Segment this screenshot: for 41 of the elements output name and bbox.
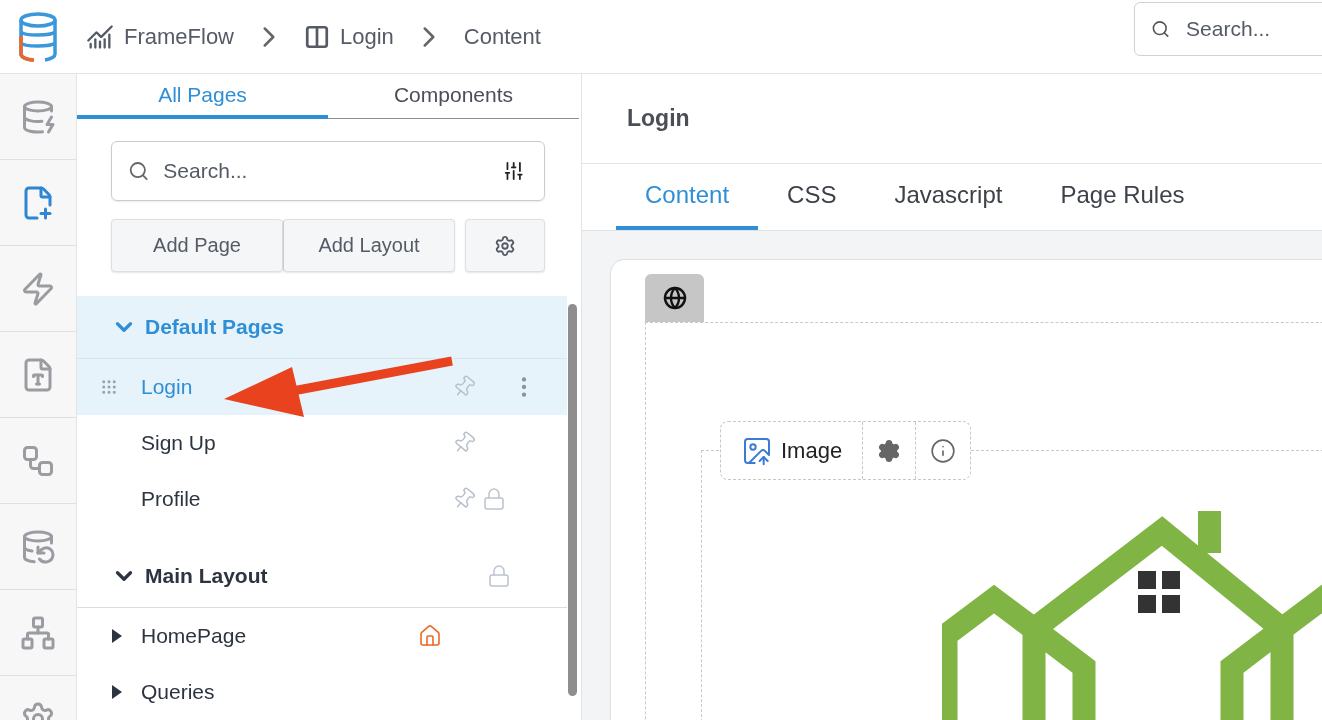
database-icon	[20, 528, 56, 565]
page-name: Queries	[141, 680, 216, 704]
page-row[interactable]: Profile	[77, 471, 567, 527]
settings-button[interactable]	[465, 219, 545, 272]
page-name: Sign Up	[141, 431, 217, 455]
page-search-field[interactable]: Search...	[111, 141, 545, 201]
search-input[interactable]: Search...	[161, 158, 491, 185]
search-input[interactable]: Search...	[1184, 15, 1322, 42]
page-row[interactable]: HomePage	[77, 608, 567, 664]
layout-icon	[304, 23, 330, 50]
globe-icon	[662, 286, 687, 310]
editor-tab[interactable]: Javascript	[865, 164, 1032, 230]
page-name: HomePage	[141, 624, 248, 648]
breadcrumb-link[interactable]: FrameFlow	[86, 22, 234, 51]
page-row[interactable]: Sign Up	[77, 415, 567, 471]
group-title: Main Layout	[145, 564, 269, 588]
editor-tab[interactable]: Page Rules	[1031, 164, 1214, 230]
logo-icon	[18, 11, 58, 62]
settings-icon	[494, 234, 516, 257]
add-button[interactable]: Add Page	[111, 219, 283, 272]
element-label: Image	[781, 437, 843, 464]
search-field[interactable]: Search...	[1134, 1, 1322, 56]
settings-icon[interactable]	[877, 438, 902, 463]
info-icon[interactable]	[930, 437, 957, 464]
page-name: Login	[141, 375, 194, 399]
page-title: Login	[627, 105, 690, 132]
database-icon	[20, 98, 56, 135]
page-row[interactable]: Queries	[77, 664, 567, 720]
lightning-icon	[20, 270, 56, 307]
sidebar-tab[interactable]: Components	[328, 74, 579, 120]
globe-tab[interactable]	[645, 274, 704, 322]
page-name: Profile	[141, 487, 202, 511]
scrollbar[interactable]	[568, 304, 577, 696]
group-header[interactable]: Main Layout	[77, 545, 567, 608]
network-icon	[20, 614, 56, 651]
group-title: Default Pages	[145, 315, 285, 339]
breadcrumb-link[interactable]: Content	[463, 23, 541, 50]
chart-icon	[86, 22, 114, 51]
breadcrumb-link[interactable]: Login	[304, 23, 394, 50]
editor-tab[interactable]: CSS	[758, 164, 866, 230]
add-button[interactable]: Add Layout	[283, 219, 455, 272]
